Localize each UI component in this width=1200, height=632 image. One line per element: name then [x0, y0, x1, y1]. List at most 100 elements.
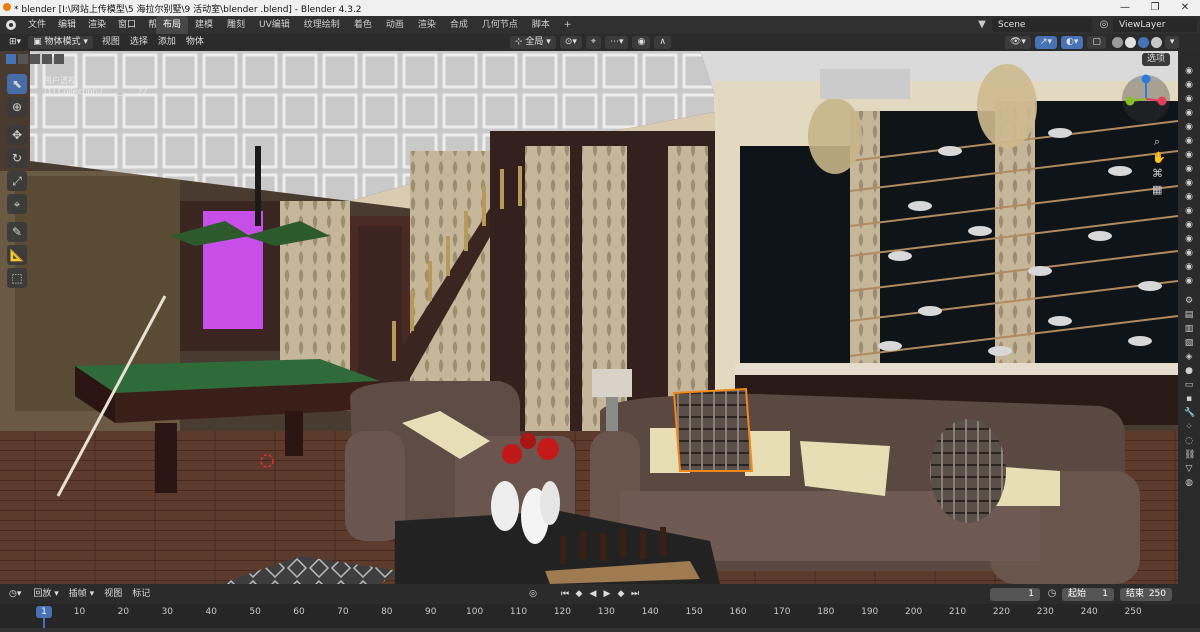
tab-sculpting[interactable]: 雕刻	[220, 16, 252, 34]
menu-edit[interactable]: 编辑	[52, 16, 82, 34]
pivot-point-button[interactable]: ⊙▾	[559, 36, 582, 49]
menu-playback[interactable]: 回放 ▾	[28, 584, 63, 604]
camera-visibility-icon[interactable]: ◉	[1184, 136, 1194, 146]
camera-visibility-icon[interactable]: ◉	[1184, 150, 1194, 160]
camera-visibility-icon[interactable]: ◉	[1184, 66, 1194, 76]
world-properties-icon[interactable]: ●	[1184, 366, 1194, 376]
tab-layout[interactable]: 布局	[156, 16, 189, 34]
physics-properties-icon[interactable]: ◌	[1184, 436, 1194, 446]
camera-icon[interactable]: ⌘	[1152, 168, 1163, 179]
add-workspace-button[interactable]: +	[557, 16, 579, 34]
camera-visibility-icon[interactable]: ◉	[1184, 178, 1194, 188]
tab-rendering[interactable]: 渲染	[411, 16, 443, 34]
menu-keying[interactable]: 插帧 ▾	[64, 584, 99, 604]
tool-properties-icon[interactable]: ⚙	[1184, 296, 1194, 306]
select-box-icon[interactable]: ⬉	[7, 74, 27, 94]
3d-viewport[interactable]: 用户透视 (1) Collection | ________22 ⌕ ✋ ⌘ ▦…	[0, 51, 1178, 584]
minimize-button[interactable]: —	[1110, 0, 1140, 16]
camera-visibility-icon[interactable]: ◉	[1184, 206, 1194, 216]
clock-icon[interactable]: ◷	[1046, 588, 1058, 600]
proportional-edit-toggle[interactable]: ◉	[632, 36, 651, 49]
menu-timeline-view[interactable]: 视图	[99, 584, 127, 604]
snap-settings-button[interactable]: ⋯▾	[604, 36, 629, 49]
current-frame-indicator[interactable]: 1	[36, 606, 52, 618]
tab-animation[interactable]: 动画	[379, 16, 411, 34]
timeline-track[interactable]: 1 10 20 30 40 50 60 70 80 90 100 110 120 130 140 150 16…	[0, 604, 1200, 632]
menu-select[interactable]: 选择	[125, 34, 153, 51]
current-frame-field[interactable]: 1	[990, 588, 1040, 601]
jump-end-icon[interactable]: ⏭	[628, 587, 642, 601]
timeline-editor-type-icon[interactable]: ◷▾	[6, 588, 24, 601]
data-properties-icon[interactable]: ▽	[1184, 464, 1194, 474]
camera-visibility-icon[interactable]: ◉	[1184, 108, 1194, 118]
xray-toggle[interactable]: ▢	[1087, 36, 1106, 49]
annotate-icon[interactable]: ✎	[7, 222, 27, 242]
options-dropdown[interactable]: 选项	[1142, 53, 1171, 66]
collection-properties-icon[interactable]: ▭	[1184, 380, 1194, 390]
tab-geometry-nodes[interactable]: 几何节点	[475, 16, 525, 34]
camera-visibility-icon[interactable]: ◉	[1184, 192, 1194, 202]
overlay-toggle[interactable]: ◐▾	[1061, 36, 1084, 49]
scale-icon[interactable]: ⤢	[7, 171, 27, 191]
menu-object[interactable]: 物体	[181, 34, 209, 51]
add-cube-icon[interactable]: ⬚	[7, 268, 27, 288]
solid-shading-button[interactable]	[1124, 37, 1136, 48]
tab-compositing[interactable]: 合成	[443, 16, 475, 34]
camera-visibility-icon[interactable]: ◉	[1184, 122, 1194, 132]
rotate-icon[interactable]: ↻	[7, 148, 27, 168]
scene-selector[interactable]: Scene	[992, 18, 1092, 32]
play-icon[interactable]: ▶	[600, 587, 614, 601]
tab-modeling[interactable]: 建模	[188, 16, 220, 34]
menu-window[interactable]: 窗口	[112, 16, 142, 34]
camera-visibility-icon[interactable]: ◉	[1184, 276, 1194, 286]
camera-visibility-icon[interactable]: ◉	[1184, 262, 1194, 272]
cursor-icon[interactable]: ⊕	[7, 97, 27, 117]
jump-start-icon[interactable]: ⏮	[558, 587, 572, 601]
visibility-button[interactable]: 👁▾	[1005, 36, 1031, 49]
editor-type-icon[interactable]: ⊞▾	[6, 36, 24, 49]
select-intersect-icon[interactable]	[54, 54, 64, 64]
output-properties-icon[interactable]: ▥	[1184, 324, 1194, 334]
object-properties-icon[interactable]: ▪	[1184, 394, 1194, 404]
view-layer-properties-icon[interactable]: ▧	[1184, 338, 1194, 348]
shading-options-button[interactable]: ▾	[1164, 36, 1180, 49]
material-shading-button[interactable]	[1137, 37, 1149, 48]
play-reverse-icon[interactable]: ◀	[586, 587, 600, 601]
menu-file[interactable]: 文件	[22, 16, 52, 34]
scene-properties-icon[interactable]: ◈	[1184, 352, 1194, 362]
camera-visibility-icon[interactable]: ◉	[1184, 94, 1194, 104]
next-keyframe-icon[interactable]: ◆	[614, 587, 628, 601]
close-button[interactable]: ✕	[1170, 0, 1200, 16]
camera-visibility-icon[interactable]: ◉	[1184, 234, 1194, 244]
particle-properties-icon[interactable]: ⁘	[1184, 422, 1194, 432]
zoom-icon[interactable]: ⌕	[1152, 136, 1162, 147]
menu-marker[interactable]: 标记	[127, 584, 155, 604]
select-subtract-icon[interactable]	[30, 54, 40, 64]
select-extend-icon[interactable]	[18, 54, 28, 64]
modifier-properties-icon[interactable]: 🔧	[1184, 408, 1195, 418]
camera-visibility-icon[interactable]: ◉	[1184, 248, 1194, 258]
mode-selector[interactable]: ▣ 物体模式 ▾	[28, 36, 93, 49]
timeline-scrollbar[interactable]	[0, 628, 1200, 632]
menu-add[interactable]: 添加	[153, 34, 181, 51]
menu-render[interactable]: 渲染	[82, 16, 112, 34]
wireframe-shading-button[interactable]	[1111, 37, 1123, 48]
camera-visibility-icon[interactable]: ◉	[1184, 80, 1194, 90]
grid-icon[interactable]: ▦	[1152, 184, 1162, 195]
render-properties-icon[interactable]: ▤	[1184, 310, 1194, 320]
camera-visibility-icon[interactable]: ◉	[1184, 220, 1194, 230]
tab-shading[interactable]: 着色	[347, 16, 379, 34]
end-frame-field[interactable]: 结束 250	[1120, 588, 1172, 601]
move-icon[interactable]: ✥	[7, 125, 27, 145]
menu-view[interactable]: 视图	[97, 34, 125, 51]
tab-scripting[interactable]: 脚本	[525, 16, 557, 34]
falloff-button[interactable]: ∧	[654, 36, 671, 49]
hand-icon[interactable]: ✋	[1152, 152, 1166, 163]
snap-toggle[interactable]: ⌖	[585, 36, 601, 49]
constraint-properties-icon[interactable]: ⛓	[1184, 450, 1195, 460]
record-icon[interactable]: ◎	[526, 587, 540, 601]
maximize-button[interactable]: ❐	[1140, 0, 1170, 16]
select-new-icon[interactable]	[6, 54, 16, 64]
start-frame-field[interactable]: 起始 1	[1062, 588, 1114, 601]
tab-uv-editing[interactable]: UV编辑	[252, 16, 297, 34]
